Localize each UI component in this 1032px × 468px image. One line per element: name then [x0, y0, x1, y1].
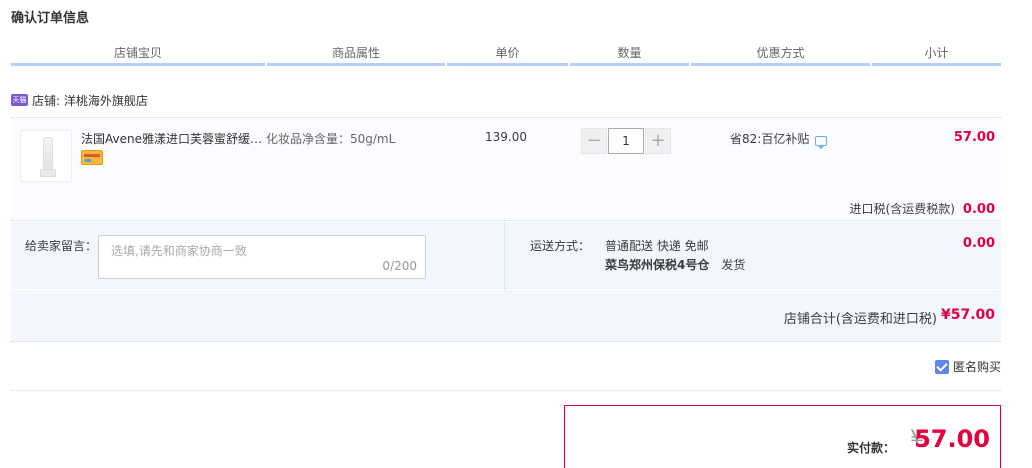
column-header-quantity: 数量	[570, 44, 689, 66]
quantity-input[interactable]	[608, 128, 644, 154]
payment-summary-box: 实付款： ¥ 57.00	[564, 405, 1001, 468]
product-name-link[interactable]: 法国Avene雅漾进口芙蓉蜜舒缓…	[81, 130, 264, 147]
import-tax-label: 进口税(含运费税款)	[849, 202, 955, 216]
column-header-subtotal: 小计	[872, 44, 1001, 66]
product-thumbnail[interactable]	[20, 130, 72, 182]
seller-message-counter: 0/200	[382, 259, 417, 273]
quantity-stepper: − +	[581, 128, 671, 154]
item-subtotal: 57.00	[953, 130, 995, 145]
product-tube-icon	[43, 137, 53, 173]
column-header-shop-item: 店铺宝贝	[11, 44, 265, 66]
column-header-unit-price: 单价	[447, 44, 568, 66]
tmall-icon: 天猫	[11, 94, 28, 106]
shop-total-row: 店铺合计(含运费和进口税) ¥57.00	[11, 290, 1001, 342]
payment-label: 实付款：	[846, 441, 895, 455]
seller-message-textarea[interactable]: 选填,请先和商家协商一致 0/200	[98, 235, 426, 279]
quantity-decrease-button[interactable]: −	[581, 128, 607, 154]
shop-name[interactable]: 店铺: 洋桃海外旗舰店	[32, 92, 148, 109]
product-tube-cap-icon	[40, 169, 56, 177]
shipping-method: 普通配送 快递 免邮	[605, 239, 709, 253]
section-divider	[11, 390, 1001, 391]
quantity-increase-button[interactable]: +	[645, 128, 671, 154]
seller-message-label: 给卖家留言：	[25, 239, 98, 253]
column-header-row: 店铺宝贝 商品属性 单价 数量 优惠方式 小计	[11, 44, 1001, 66]
page-title: 确认订单信息	[11, 11, 90, 26]
shipping-dispatch: 发货	[721, 258, 746, 272]
shop-header: 天猫 店铺: 洋桃海外旗舰店	[11, 92, 148, 108]
column-header-attributes: 商品属性	[267, 44, 445, 66]
shipping-warehouse-line: 菜鸟郑州保税4号仓 发货	[605, 256, 745, 273]
promotion-info: 省82:百亿补贴	[730, 130, 828, 149]
payment-amount: 57.00	[914, 425, 990, 453]
message-shipping-row: 给卖家留言： 选填,请先和商家协商一致 0/200 运送方式： 普通配送 快递 …	[11, 222, 1001, 289]
seller-message-placeholder: 选填,请先和商家协商一致	[111, 244, 247, 258]
seller-message-section: 给卖家留言： 选填,请先和商家协商一致 0/200	[11, 222, 505, 289]
shipping-fee: 0.00	[962, 236, 995, 251]
credit-card-icon[interactable]	[81, 150, 103, 165]
comment-icon[interactable]	[815, 135, 828, 149]
order-item-row: 法国Avene雅漾进口芙蓉蜜舒缓… 化妆品净含量：50g/mL 139.00 −…	[11, 117, 1001, 221]
import-tax-row: 进口税(含运费税款) 0.00	[850, 200, 995, 217]
unit-price: 139.00	[485, 130, 527, 144]
shop-total-value: ¥57.00	[940, 307, 995, 323]
column-header-discount: 优惠方式	[691, 44, 870, 66]
shop-total-label: 店铺合计(含运费和进口税)	[783, 312, 937, 327]
anonymous-purchase-label[interactable]: 匿名购买	[953, 358, 1001, 375]
import-tax-value: 0.00	[962, 202, 995, 217]
anonymous-purchase-option[interactable]: 匿名购买	[934, 358, 1001, 375]
shipping-label: 运送方式：	[530, 239, 591, 253]
shipping-warehouse: 菜鸟郑州保税4号仓	[605, 258, 710, 272]
product-attribute: 化妆品净含量：50g/mL	[266, 132, 396, 146]
anonymous-purchase-checkbox[interactable]	[934, 359, 949, 374]
promotion-text: 省82:百亿补贴	[730, 132, 810, 146]
